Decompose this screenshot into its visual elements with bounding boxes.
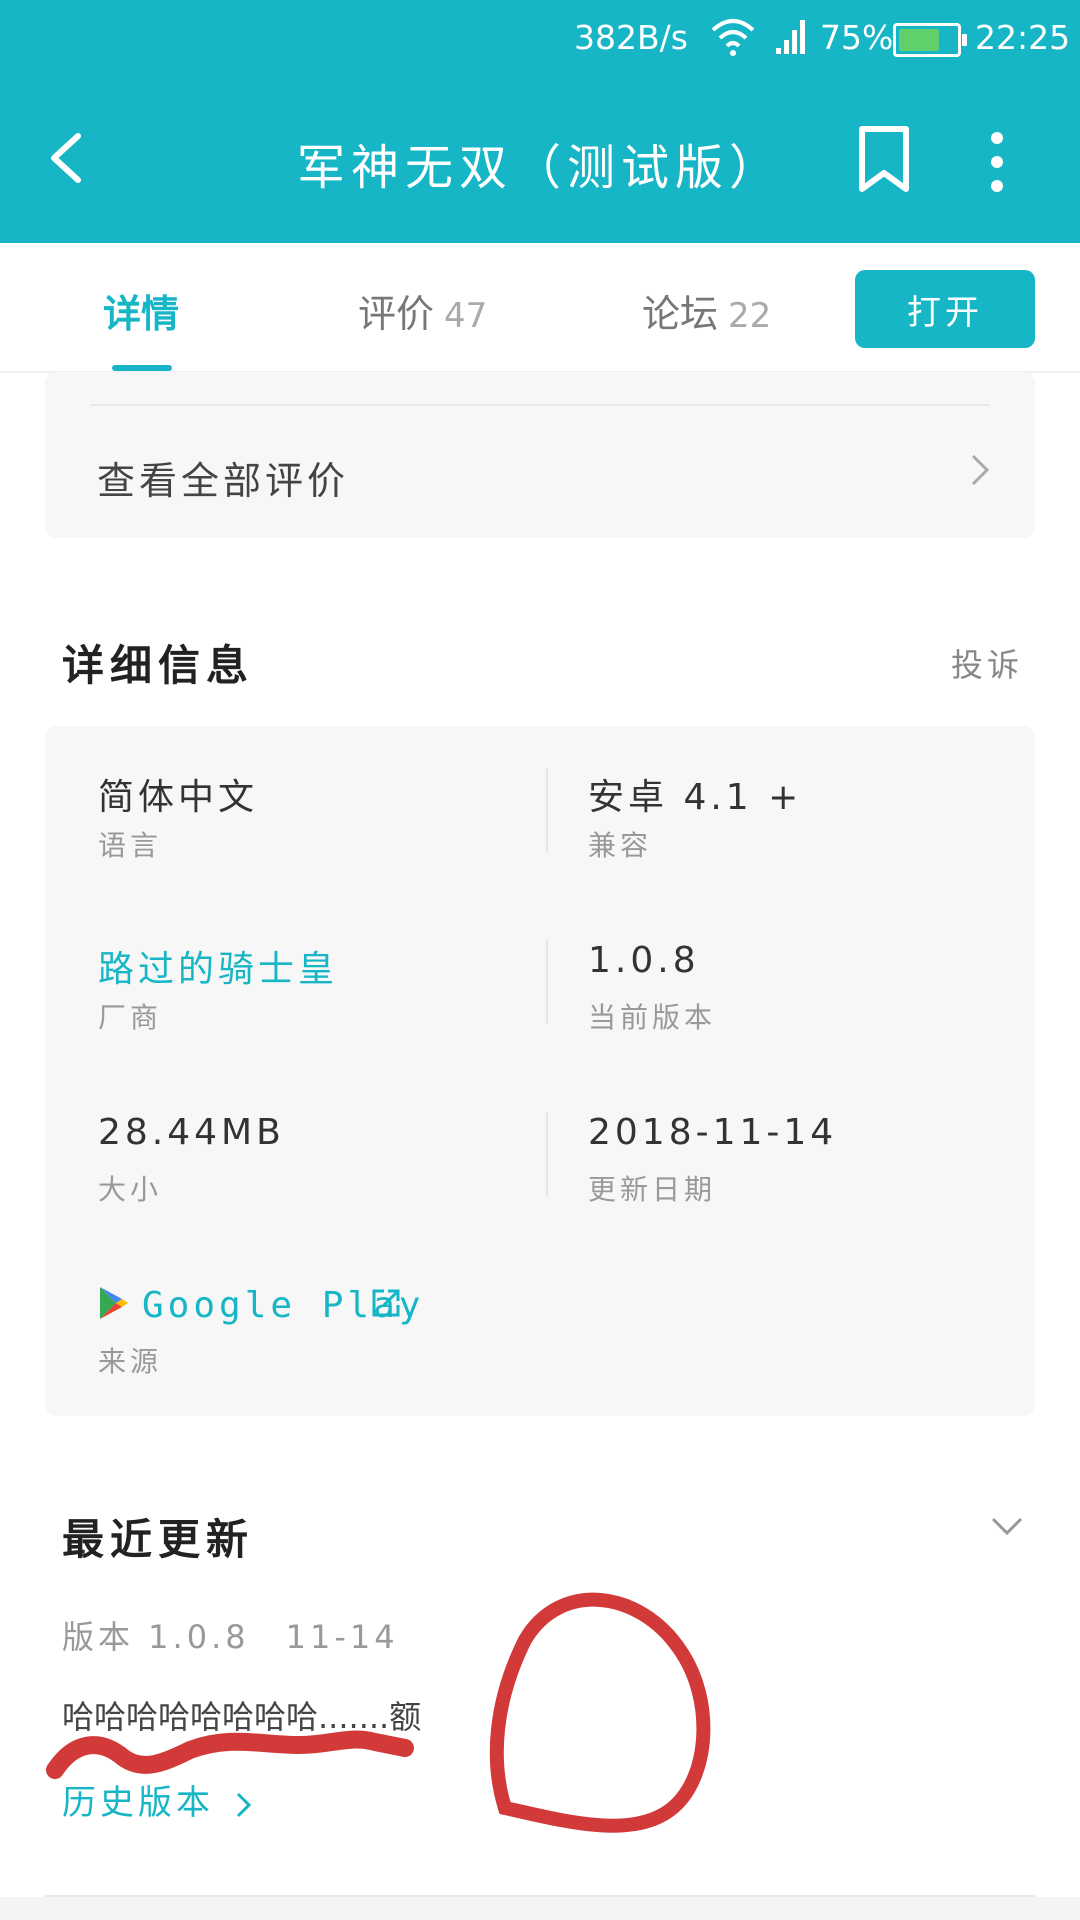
app-bar: 军神无双（测试版） xyxy=(0,80,1080,243)
size-label: 大小 xyxy=(98,1173,163,1206)
version-line: 版本 1.0.8 11-14 xyxy=(62,1612,399,1658)
update-notes: 哈哈哈哈哈哈哈哈.......额 xyxy=(62,1698,422,1736)
report-link[interactable]: 投诉 xyxy=(951,640,1023,686)
google-play-icon xyxy=(100,1287,128,1319)
view-all-reviews-card[interactable]: 查看全部评价 xyxy=(45,372,1035,538)
tab-label: 论坛 xyxy=(642,292,719,336)
update-date: 11-14 xyxy=(285,1618,399,1656)
language-value: 简体中文 xyxy=(98,777,259,818)
compat-value: 安卓 4.1 + xyxy=(588,777,803,818)
chevron-right-icon xyxy=(971,454,990,486)
language-label: 语言 xyxy=(98,829,163,862)
source-label: 来源 xyxy=(98,1345,163,1378)
battery-icon xyxy=(893,23,967,57)
view-all-reviews-label: 查看全部评价 xyxy=(97,459,350,503)
details-title: 详细信息 xyxy=(62,641,255,690)
chevron-down-icon[interactable] xyxy=(990,1515,1024,1539)
size-value: 28.44MB xyxy=(98,1112,285,1153)
divider xyxy=(90,404,990,406)
tab-details[interactable]: 详情 xyxy=(103,283,179,338)
clock: 22:25 xyxy=(975,18,1071,57)
update-date-value: 2018-11-14 xyxy=(588,1112,838,1153)
column-divider xyxy=(546,940,548,1024)
history-label: 历史版本 xyxy=(62,1783,214,1823)
developer-label: 厂商 xyxy=(98,1001,163,1034)
tab-label: 评价 xyxy=(358,292,435,336)
tab-forum[interactable]: 论坛 22 xyxy=(642,283,771,338)
recent-update-title: 最近更新 xyxy=(62,1515,255,1564)
bottom-area xyxy=(0,1897,1080,1920)
external-link-icon[interactable] xyxy=(370,1287,402,1319)
history-versions-link[interactable]: 历史版本 xyxy=(62,1775,253,1824)
tab-bar: 详情 评价 47 论坛 22 打开 xyxy=(0,243,1080,373)
wifi-icon xyxy=(711,19,755,56)
column-divider xyxy=(546,768,548,852)
update-date-label: 更新日期 xyxy=(588,1173,717,1206)
tab-count: 22 xyxy=(728,296,772,336)
battery-percent: 75% xyxy=(820,18,894,57)
version-value: 1.0.8 xyxy=(588,940,700,981)
more-vert-icon[interactable] xyxy=(982,130,1012,194)
page-title: 军神无双（测试版） xyxy=(296,140,783,196)
net-speed: 382B/s xyxy=(574,18,688,57)
signal-icon xyxy=(776,20,805,54)
developer-link[interactable]: 路过的骑士皇 xyxy=(98,940,338,992)
tab-reviews[interactable]: 评价 47 xyxy=(358,283,487,338)
compat-label: 兼容 xyxy=(588,829,653,862)
open-button[interactable]: 打开 xyxy=(855,270,1035,348)
update-version: 版本 1.0.8 xyxy=(62,1618,250,1656)
version-label: 当前版本 xyxy=(588,1001,717,1034)
bookmark-icon[interactable] xyxy=(856,125,912,193)
status-bar: 382B/s 75% 22:25 xyxy=(0,0,1080,80)
tab-indicator xyxy=(112,365,172,371)
tab-count: 47 xyxy=(444,296,488,336)
tab-label: 详情 xyxy=(103,292,180,336)
column-divider xyxy=(546,1112,548,1196)
battery-fill xyxy=(899,29,939,51)
chevron-right-icon xyxy=(236,1792,251,1817)
